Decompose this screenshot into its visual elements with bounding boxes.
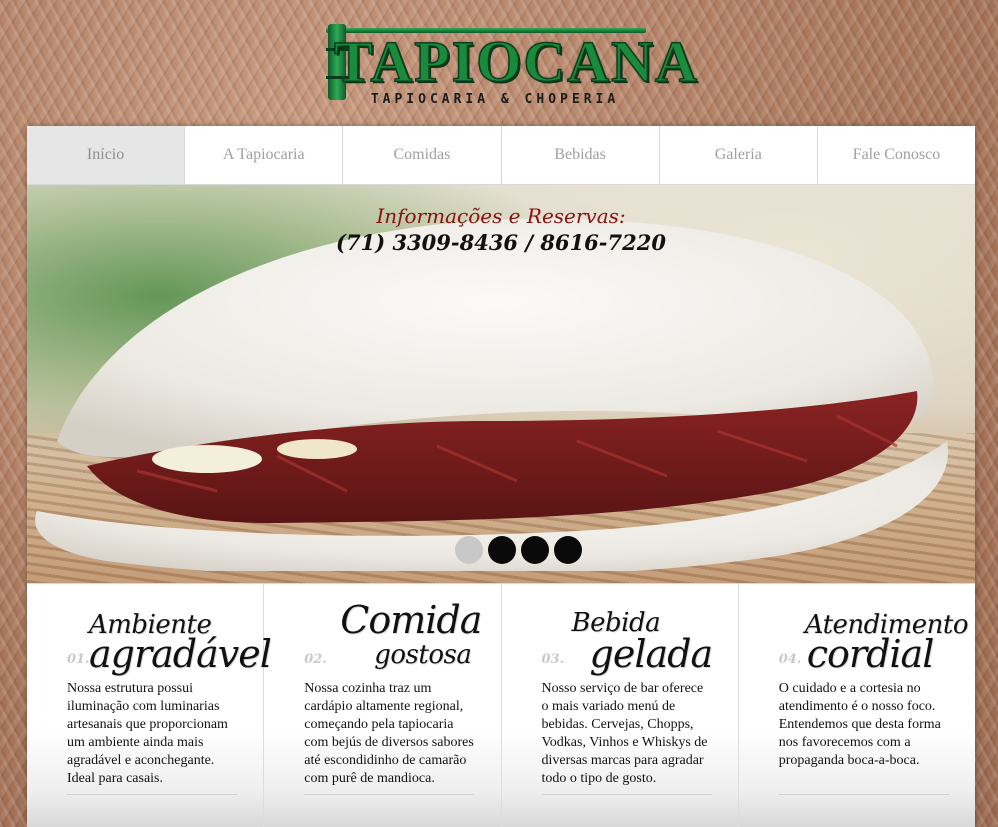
feature-bebida: Bebida gelada 03. Nosso serviço de bar o… (502, 584, 739, 827)
feature-title-big: agradável (89, 632, 272, 676)
feature-title-big: gelada (589, 632, 714, 676)
logo-subtitle: TAPIOCARIA & CHOPERIA (370, 92, 620, 107)
feature-comida: Comida gostosa 02. Nossa cozinha traz um… (264, 584, 502, 827)
slider-pagination (455, 536, 582, 564)
feature-number: 03. (541, 652, 565, 667)
site-logo[interactable]: TAPIOCANA TAPIOCARIA & CHOPERIA (320, 18, 699, 110)
feature-number: 02. (304, 652, 327, 667)
slider-dot-2[interactable] (488, 536, 516, 564)
feature-number: 04. (778, 652, 802, 667)
feature-divider (778, 794, 949, 795)
nav-item-a-tapiocaria[interactable]: A Tapiocaria (185, 126, 344, 184)
nav-item-comidas[interactable]: Comidas (343, 126, 502, 184)
feature-divider (304, 794, 475, 795)
features-section: Ambiente agradável 01. Nossa estrutura p… (27, 583, 975, 827)
nav-item-fale-conosco[interactable]: Fale Conosco (818, 126, 975, 184)
reservations-info: Informações e Reservas: (71) 3309-8436 /… (27, 203, 975, 257)
slider-dot-1[interactable] (455, 536, 483, 564)
hero-slider: Informações e Reservas: (71) 3309-8436 /… (27, 185, 975, 583)
feature-atendimento: Atendimento cordial 04. O cuidado e a co… (739, 584, 975, 827)
feature-title-small: gostosa (374, 640, 472, 670)
reservations-title: Informações e Reservas: (376, 204, 626, 228)
feature-divider (67, 794, 237, 795)
feature-title-big: Comida (340, 598, 482, 642)
feature-divider (541, 794, 712, 795)
main-container: Início A Tapiocaria Comidas Bebidas Gale… (27, 126, 975, 827)
slider-dot-3[interactable] (521, 536, 549, 564)
feature-number: 01. (67, 652, 90, 667)
feature-description: Nosso serviço de bar oferece o mais vari… (541, 681, 708, 786)
slider-dot-4[interactable] (554, 536, 582, 564)
nav-item-bebidas[interactable]: Bebidas (502, 126, 660, 184)
reservations-phone[interactable]: (71) 3309-8436 / 8616-7220 (27, 229, 975, 257)
feature-description: Nossa cozinha traz um cardápio altamente… (304, 681, 474, 786)
main-nav: Início A Tapiocaria Comidas Bebidas Gale… (27, 126, 975, 185)
feature-ambiente: Ambiente agradável 01. Nossa estrutura p… (27, 584, 272, 827)
logo-brand-text: TAPIOCANA (333, 29, 699, 94)
feature-description: Nossa estrutura possui iluminação com lu… (67, 681, 228, 786)
feature-title-big: cordial (806, 632, 935, 676)
nav-item-galeria[interactable]: Galeria (660, 126, 818, 184)
feature-description: O cuidado e a cortesia no atendimento é … (778, 681, 941, 768)
nav-item-inicio[interactable]: Início (27, 126, 186, 184)
